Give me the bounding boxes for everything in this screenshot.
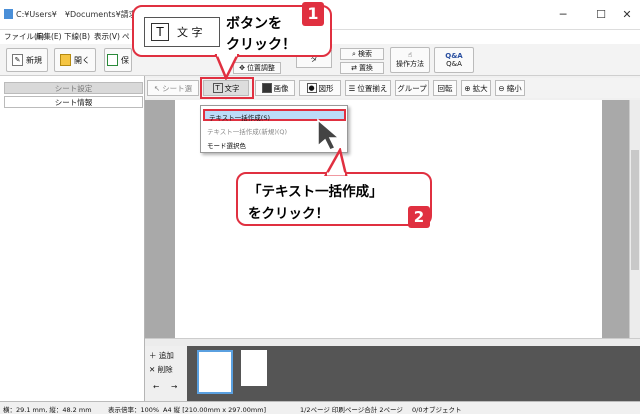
align-button-label: 位置揃え (357, 83, 388, 93)
replace-button[interactable]: ⇄ 置換 (340, 62, 384, 74)
new-file-icon: ✎ (12, 54, 23, 66)
horizontal-scrollbar[interactable] (145, 338, 640, 346)
dropdown-item-bulk-create-label: テキスト一括作成(S) (209, 114, 271, 122)
page-thumbnail-1[interactable] (197, 350, 233, 394)
save-button[interactable]: 保 (104, 48, 132, 72)
close-button[interactable]: ✕ (620, 8, 634, 22)
delete-page-button[interactable]: ✕ 削除 (149, 364, 173, 375)
zoom-out-label: 縮小 (506, 83, 522, 93)
sheet-select-button[interactable]: ↖ シート選 (147, 80, 199, 96)
rotate-button-label: 回転 (437, 83, 453, 93)
help-button[interactable]: ☝ 操作方法 (390, 47, 430, 73)
step-1-badge: 1 (302, 2, 324, 26)
sidebar: シート設定 シート情報 (0, 76, 145, 401)
image-button-label: 画像 (273, 83, 289, 93)
help-label: 操作方法 (396, 60, 424, 68)
new-button[interactable]: ✎ 新規 (6, 48, 48, 72)
group-button-label: グループ (397, 83, 427, 93)
text-button-highlight (200, 77, 254, 99)
align-button[interactable]: ☰ 位置揃え (345, 80, 391, 96)
open-folder-icon (60, 54, 71, 66)
vertical-scroll-thumb[interactable] (631, 150, 639, 270)
add-page-label: 追加 (158, 351, 174, 360)
search-icon: ⌕ (352, 49, 356, 58)
replace-label: 置換 (358, 64, 373, 72)
qa-button[interactable]: Q&A Q&A (434, 47, 474, 73)
sheet-select-label: シート選 (162, 83, 193, 93)
new-button-label: 新規 (26, 55, 42, 65)
shape-button[interactable]: ● 図形 (299, 80, 341, 96)
zoom-in-icon: ⊕ (464, 83, 471, 93)
maximize-button[interactable]: ☐ (594, 8, 608, 22)
tab-sheet-info[interactable]: シート情報 (4, 96, 143, 108)
image-button[interactable]: 画像 (255, 80, 295, 96)
shape-icon: ● (306, 83, 317, 93)
hand-pointer-icon: ☝ (407, 51, 413, 59)
prev-page-button[interactable]: ← (153, 382, 159, 391)
open-button[interactable]: 開く (54, 48, 96, 72)
app-icon (4, 9, 13, 19)
status-bar: 横：29.1 mm, 縦：48.2 mm 表示倍率：100% A4 縦 [210… (0, 401, 640, 414)
page-controls: ＋ 追加 ✕ 削除 ← → (145, 346, 187, 401)
save-button-label: 保 (121, 55, 129, 65)
callout-2-pointer (324, 148, 348, 176)
dropdown-item-bulk-create-new[interactable]: テキスト一括作成(新規)(Q) (207, 126, 287, 136)
menu-view[interactable]: 表示(V) (94, 31, 120, 42)
zoom-in-button[interactable]: ⊕ 拡大 (461, 80, 491, 96)
next-page-button[interactable]: → (171, 382, 177, 391)
menu-page[interactable]: ペ (122, 31, 130, 42)
position-adjust-label: 位置調整 (246, 64, 275, 72)
menu-edit[interactable]: 編集(E) (36, 31, 62, 42)
callout-2-line-1: 「テキスト一括作成」 (248, 184, 383, 200)
tab-sheet-settings[interactable]: シート設定 (4, 82, 143, 94)
qa-label: Q&A (446, 60, 462, 68)
cursor-arrow-icon: ↖ (153, 83, 161, 93)
add-page-button[interactable]: ＋ 追加 (149, 350, 174, 361)
menu-underline[interactable]: 下線(B) (64, 31, 90, 42)
save-icon (107, 54, 118, 66)
page-thumbnail-panel (145, 346, 640, 401)
delete-page-label: 削除 (157, 365, 173, 374)
dropdown-item-mode-color[interactable]: モード選択色 (207, 140, 246, 150)
callout-text-button-preview: T 文 字 (144, 17, 220, 47)
zoom-in-label: 拡大 (472, 83, 488, 93)
callout-1-line-2: クリック！ (226, 37, 296, 53)
search-button[interactable]: ⌕ 検索 (340, 48, 384, 60)
minimize-button[interactable]: ─ (556, 8, 570, 22)
vertical-scrollbar[interactable] (629, 100, 640, 338)
rotate-button[interactable]: 回転 (433, 80, 457, 96)
zoom-out-icon: ⊖ (498, 83, 505, 93)
callout-1-line-1: ボタンを (226, 16, 282, 32)
group-button[interactable]: グループ (395, 80, 429, 96)
mouse-cursor-icon (317, 118, 342, 151)
qa-icon: Q&A (445, 52, 463, 60)
search-label: 検索 (357, 50, 372, 58)
shape-button-label: 図形 (318, 83, 334, 93)
image-icon (261, 83, 272, 93)
page-thumbnail-2[interactable] (241, 350, 267, 386)
zoom-out-button[interactable]: ⊖ 縮小 (495, 80, 525, 96)
replace-icon: ⇄ (351, 64, 357, 72)
callout-2-line-2: をクリック！ (248, 206, 329, 222)
callout-text-label: 文 字 (177, 26, 203, 39)
step-2-badge: 2 (408, 206, 430, 228)
open-button-label: 開く (74, 55, 90, 65)
align-icon: ☰ (348, 83, 356, 93)
callout-step-2: 「テキスト一括作成」 をクリック！ (236, 172, 432, 226)
callout-t-icon: T (151, 23, 169, 41)
